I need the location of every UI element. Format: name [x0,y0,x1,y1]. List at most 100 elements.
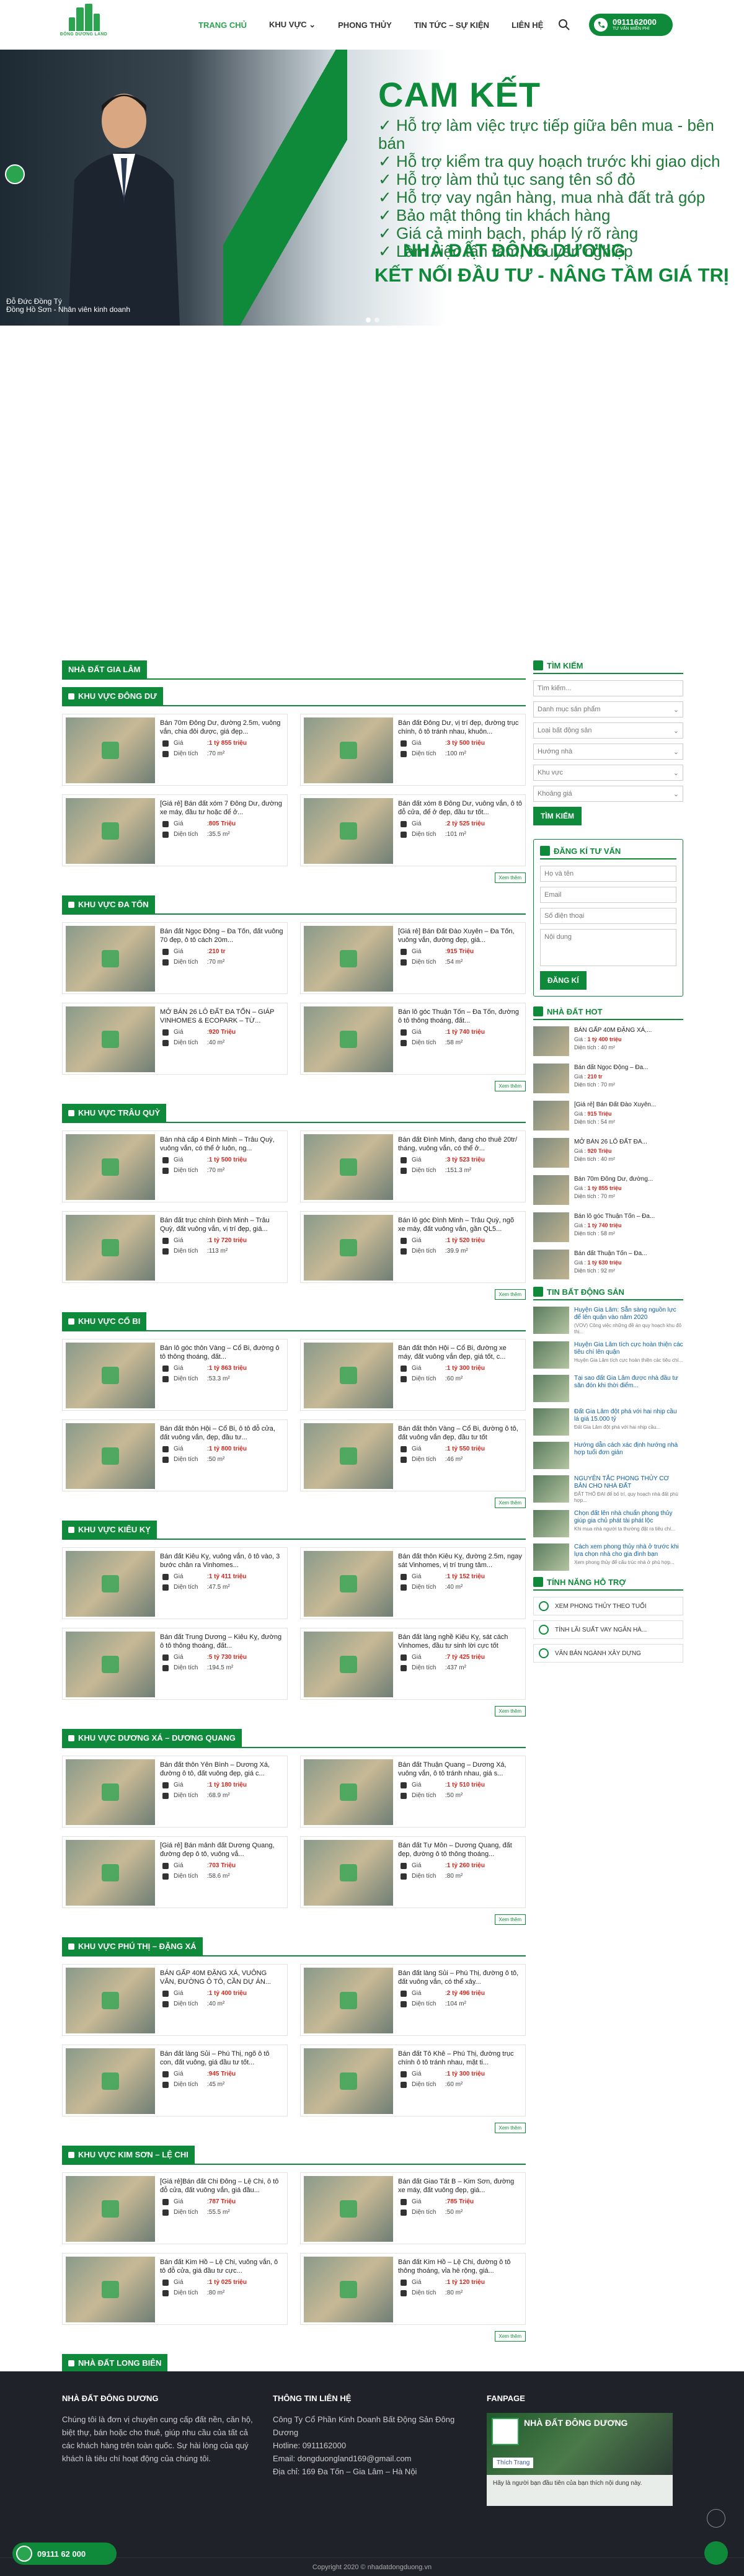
news-item[interactable]: Chọn đất lên nhà chuẩn phong thủy giúp g… [533,1510,683,1537]
listing-image[interactable] [304,1423,393,1489]
news-item[interactable]: Hướng dẫn cách xác định hướng nhà hợp tu… [533,1442,683,1469]
listing-card[interactable]: Bán lô góc Thuận Tốn – Đa Tốn, đường ô t… [300,1003,526,1075]
hot-title[interactable]: Bán lô góc Thuận Tốn – Đa... [574,1212,655,1220]
news-title[interactable]: NGUYÊN TẮC PHONG THỦY CƠ BẢN CHO NHÀ ĐẤT [574,1475,683,1490]
listing-title[interactable]: [Giá rẻ] Bán mảnh đất Dương Quang, đường… [160,1841,284,1859]
hot-title[interactable]: Bán 70m Đông Dư, đường... [574,1175,653,1183]
news-item[interactable]: Cách xem phong thủy nhà ở trước khi lựa … [533,1543,683,1571]
site-logo[interactable]: ĐÔNG DƯƠNG LAND [60,4,107,45]
listing-image[interactable] [66,1840,155,1906]
section-title[interactable]: KHU VỰC ĐA TỐN [62,895,155,913]
listing-title[interactable]: Bán lô góc Đình Minh – Trâu Quỳ, ngõ xe … [398,1216,522,1233]
listing-card[interactable]: Bán đất Trung Dương – Kiêu Kỵ, đường ô t… [62,1628,288,1700]
hot-thumbnail[interactable] [533,1026,569,1056]
hot-item[interactable]: BÁN GẤP 40M ĐẶNG XÁ,... Giá : 1 tỷ 400 tr… [533,1026,683,1056]
listing-title[interactable]: Bán đất làng nghề Kiêu Kỵ, sát cách Vinh… [398,1633,522,1650]
message-field[interactable]: Nội dung [540,929,676,966]
listing-title[interactable]: Bán đất Kim Hồ – Lệ Chi, vuông vắn, ô tô… [160,2258,284,2275]
listing-card[interactable]: Bán đất thôn Kiêu Kỵ, đường 2.5m, ngay s… [300,1547,526,1619]
news-title[interactable]: Đất Gia Lâm đột phá với hai nhịp cầu lá … [574,1408,683,1423]
section-title[interactable]: KHU VỰC TRÂU QUỲ [62,1104,167,1122]
listing-title[interactable]: Bán đất thôn Kiêu Kỵ, đường 2.5m, ngay s… [398,1552,522,1570]
listing-title[interactable]: Bán 70m Đông Dư, đường 2.5m, vuông vắn, … [160,719,284,736]
hot-item[interactable]: Bán đất Thuận Tốn – Đa... Giá : 1 tỷ 630 … [533,1250,683,1279]
news-item[interactable]: NGUYÊN TẮC PHONG THỦY CƠ BẢN CHO NHÀ ĐẤT… [533,1475,683,1504]
fanpage-name[interactable]: NHÀ ĐẤT ĐÔNG DƯƠNG [524,2418,627,2428]
listing-image[interactable] [66,1215,155,1281]
listing-image[interactable] [304,926,393,992]
video-play-icon[interactable] [5,164,25,184]
listing-image[interactable] [66,926,155,992]
listing-image[interactable] [66,1632,155,1697]
listing-title[interactable]: Bán đất Ngọc Động – Đa Tốn, đất vuông 70… [160,927,284,944]
hot-title[interactable]: Bán đất Thuận Tốn – Đa... [574,1250,647,1258]
listing-card[interactable]: Bán đất thôn Vàng – Cổ Bi, đường ô tô, đ… [300,1419,526,1491]
hot-title[interactable]: MỞ BÁN 26 LÔ ĐẤT ĐA... [574,1138,647,1146]
news-title[interactable]: Huyện Gia Lâm: Sẵn sàng nguồn lực để lên… [574,1307,683,1321]
search-button[interactable]: TÌM KIẾM [533,807,582,825]
tool-item[interactable]: VĂN BẢN NGÀNH XÂY DỰNG [533,1644,683,1663]
listing-card[interactable]: Bán đất Kim Hồ – Lệ Chi, đường ô tô thôn… [300,2253,526,2325]
listing-title[interactable]: Bán đất Giao Tất B – Kim Sơn, đường xe m… [398,2177,522,2195]
listing-card[interactable]: Bán đất Tự Môn – Dương Quang, đất đẹp, đ… [300,1836,526,1908]
listing-title[interactable]: MỞ BÁN 26 LÔ ĐẤT ĐA TỐN – GIÁP VINHOMES … [160,1008,284,1025]
nav-areas[interactable]: KHU VỰC ⌄ [269,20,316,30]
listing-card[interactable]: Bán lô góc thôn Vàng – Cổ Bi, đường ô tô… [62,1339,288,1411]
hotline-button[interactable]: 0911162000 TƯ VẤN MIỄN PHÍ [589,14,673,36]
news-thumbnail[interactable] [533,1475,569,1503]
listing-image[interactable] [304,2176,393,2242]
listing-title[interactable]: Bán đất thôn Hội – Cổ Bi, ô tô đỗ cửa, đ… [160,1424,284,1442]
listing-card[interactable]: Bán đất Tô Khê – Phú Thị, đường trục chí… [300,2045,526,2116]
nav-contact[interactable]: LIÊN HỆ [512,20,543,30]
listing-image[interactable] [66,717,155,783]
filter-select[interactable]: Khu vực ⌄ [533,765,683,781]
listing-title[interactable]: Bán đất thôn Hội – Cổ Bi, đường xe máy, … [398,1344,522,1361]
news-thumbnail[interactable] [533,1375,569,1402]
news-title[interactable]: Tại sao đất Gia Lâm được nhà đầu tư săn … [574,1375,683,1390]
listing-image[interactable] [304,798,393,864]
listing-title[interactable]: Bán đất làng Sủi – Phú Thị, ngõ ô tô con… [160,2050,284,2067]
listing-card[interactable]: [Giá rẻ] Bán mảnh đất Dương Quang, đường… [62,1836,288,1908]
hot-thumbnail[interactable] [533,1175,569,1205]
more-button[interactable]: Xem thêm [494,2331,526,2342]
hot-item[interactable]: Bán đất Ngọc Động – Đa... Giá : 210 tr Diệ… [533,1064,683,1093]
listing-card[interactable]: Bán đất xóm 8 Đông Dư, vuông vắn, ô tô đ… [300,794,526,866]
more-button[interactable]: Xem thêm [494,1914,526,1925]
listing-card[interactable]: Bán đất làng nghề Kiêu Kỵ, sát cách Vinh… [300,1628,526,1700]
listing-image[interactable] [66,1343,155,1408]
news-thumbnail[interactable] [533,1408,569,1436]
listing-card[interactable]: BÁN GẤP 40M ĐẶNG XÁ, VUÔNG VẮN, ĐƯỜNG Ô … [62,1964,288,2036]
more-button[interactable]: Xem thêm [494,1498,526,1508]
listing-title[interactable]: Bán đất Tự Môn – Dương Quang, đất đẹp, đ… [398,1841,522,1859]
listing-card[interactable]: Bán đất Đông Dư, vị trí đẹp, đường trục … [300,714,526,786]
hot-title[interactable]: BÁN GẤP 40M ĐẶNG XÁ,... [574,1026,652,1034]
footer-contact-email[interactable]: Email: dongduongland169@gmail.com [273,2452,471,2465]
section-title[interactable]: NHÀ ĐẤT LONG BIÊN [62,2354,168,2372]
nav-news[interactable]: TIN TỨC – SỰ KIỆN [414,20,489,30]
listing-image[interactable] [66,798,155,864]
slider-dot[interactable] [366,318,371,322]
listing-card[interactable]: Bán đất thôn Yên Bình – Dương Xá, đường … [62,1756,288,1828]
listing-title[interactable]: [Giá rẻ]Bán đất Chi Đông – Lệ Chi, ô tô … [160,2177,284,2195]
nav-home[interactable]: TRANG CHỦ [198,20,247,30]
listing-image[interactable] [304,717,393,783]
news-thumbnail[interactable] [533,1341,569,1369]
tool-item[interactable]: TÍNH LÃI SUẤT VAY NGÂN HÀ... [533,1620,683,1639]
section-title[interactable]: KHU VỰC CỔ BI [62,1312,147,1330]
news-thumbnail[interactable] [533,1442,569,1469]
listing-card[interactable]: Bán đất thôn Hội – Cổ Bi, ô tô đỗ cửa, đ… [62,1419,288,1491]
listing-card[interactable]: [Giá rẻ]Bán đất Chi Đông – Lệ Chi, ô tô … [62,2172,288,2244]
filter-select[interactable]: Danh mục sản phẩm ⌄ [533,701,683,717]
phone-field[interactable]: Số điện thoại [540,908,676,924]
more-button[interactable]: Xem thêm [494,873,526,883]
listing-image[interactable] [66,1423,155,1489]
listing-card[interactable]: Bán đất Thuận Quang – Dương Xá, vuông vắ… [300,1756,526,1828]
listing-title[interactable]: Bán lô góc Thuận Tốn – Đa Tốn, đường ô t… [398,1008,522,1025]
listing-card[interactable]: [Giá rẻ] Bán Đất Đào Xuyên – Đa Tốn, vuô… [300,922,526,994]
listing-title[interactable]: Bán đất Kiêu Kỵ, vuông vắn, ô tô vào, 3 … [160,1552,284,1570]
news-item[interactable]: Huyện Gia Lâm tích cực hoàn thiện các ti… [533,1341,683,1369]
listing-title[interactable]: Bán đất Kim Hồ – Lệ Chi, đường ô tô thôn… [398,2258,522,2275]
hot-thumbnail[interactable] [533,1064,569,1093]
fanpage-like-button[interactable]: Thích Trang [493,2458,534,2468]
listing-image[interactable] [304,1343,393,1408]
